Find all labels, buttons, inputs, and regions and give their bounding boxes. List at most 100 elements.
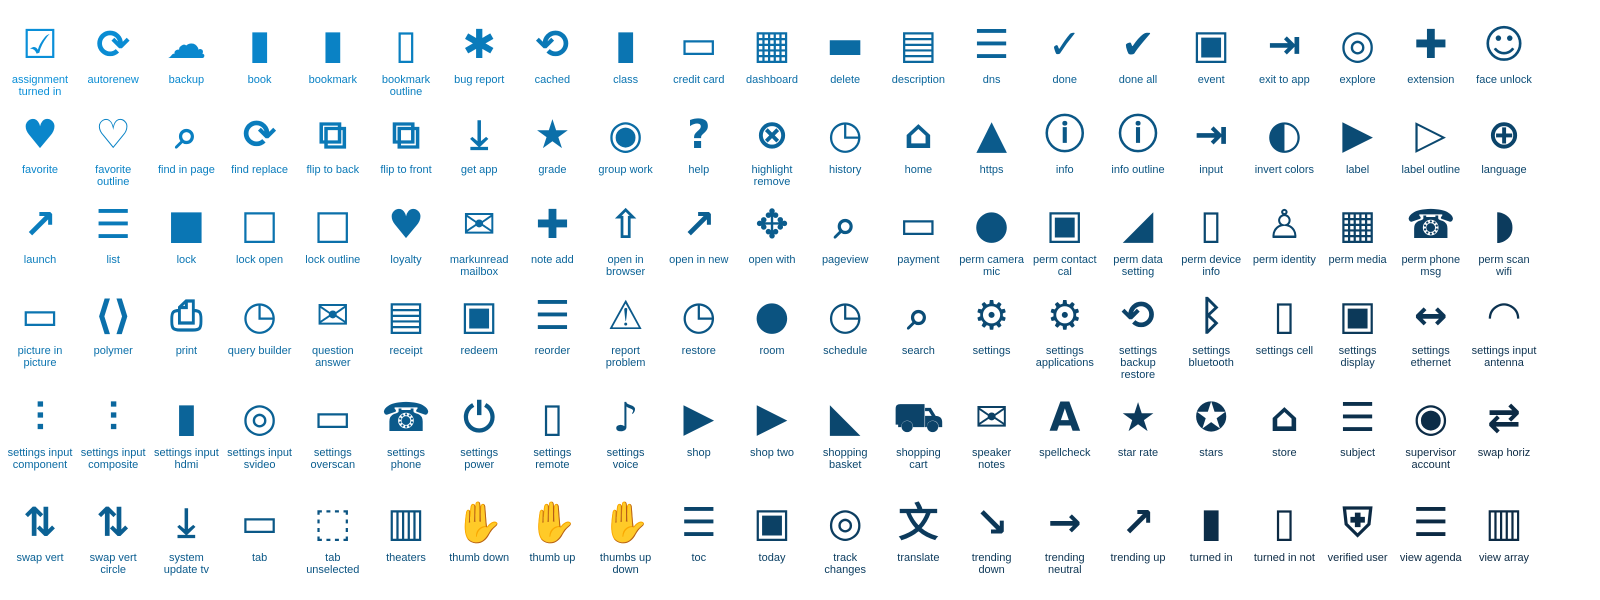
icon-tile-swap-vert-circle[interactable]: ⇅ swap vert circle (77, 500, 149, 576)
icon-tile-invert-colors[interactable]: ◐ invert colors (1248, 112, 1320, 176)
icon-tile-perm-camera-mic[interactable]: ● perm camera mic (956, 202, 1028, 278)
icon-tile-query-builder[interactable]: ◷ query builder (224, 293, 296, 357)
icon-tile-print[interactable]: ⎙ print (150, 293, 222, 357)
icon-tile-shopping-cart[interactable]: ⛟ shopping cart (882, 395, 954, 471)
icon-tile-loyalty[interactable]: ♥ loyalty (370, 202, 442, 266)
icon-tile-bookmark-outline[interactable]: ▯ bookmark outline (370, 22, 442, 98)
icon-tile-shop[interactable]: ▶ shop (663, 395, 735, 459)
icon-tile-store[interactable]: ⌂ store (1248, 395, 1320, 459)
icon-tile-today[interactable]: ▣ today (736, 500, 808, 564)
icon-tile-thumb-down[interactable]: ✋ thumb down (443, 500, 515, 564)
icon-tile-search[interactable]: ⌕ search (882, 293, 954, 357)
icon-tile-backup[interactable]: ☁ backup (150, 22, 222, 86)
icon-tile-bug-report[interactable]: ✱ bug report (443, 22, 515, 86)
icon-tile-tab-unselected[interactable]: ⬚ tab unselected (297, 500, 369, 576)
icon-tile-settings-backup-restore[interactable]: ⟲ settings backup restore (1102, 293, 1174, 381)
icon-tile-launch[interactable]: ↗ launch (4, 202, 76, 266)
icon-tile-trending-up[interactable]: ↗ trending up (1102, 500, 1174, 564)
icon-tile-lock[interactable]: ■ lock (150, 202, 222, 266)
icon-tile-event[interactable]: ▣ event (1175, 22, 1247, 86)
icon-tile-theaters[interactable]: ▥ theaters (370, 500, 442, 564)
icon-tile-restore[interactable]: ◷ restore (663, 293, 735, 357)
icon-tile-history[interactable]: ◷ history (809, 112, 881, 176)
icon-tile-settings-input-composite[interactable]: ⫶ settings input composite (77, 395, 149, 471)
icon-tile-lock-outline[interactable]: □ lock outline (297, 202, 369, 266)
icon-tile-supervisor-account[interactable]: ◉ supervisor account (1395, 395, 1467, 471)
icon-tile-assignment-turned-in[interactable]: ☑ assignment turned in (4, 22, 76, 98)
icon-tile-settings-input-hdmi[interactable]: ▮ settings input hdmi (150, 395, 222, 471)
icon-tile-trending-neutral[interactable]: → trending neutral (1029, 500, 1101, 576)
icon-tile-schedule[interactable]: ◷ schedule (809, 293, 881, 357)
icon-tile-settings-display[interactable]: ▣ settings display (1322, 293, 1394, 369)
icon-tile-shopping-basket[interactable]: ◣ shopping basket (809, 395, 881, 471)
icon-tile-settings-cell[interactable]: ▯ settings cell (1248, 293, 1320, 357)
icon-tile-bookmark[interactable]: ▮ bookmark (297, 22, 369, 86)
icon-tile-exit-to-app[interactable]: ⇥ exit to app (1248, 22, 1320, 86)
icon-tile-thumb-up[interactable]: ✋ thumb up (516, 500, 588, 564)
icon-tile-stars[interactable]: ✪ stars (1175, 395, 1247, 459)
icon-tile-spellcheck[interactable]: Aspellcheck (1029, 395, 1101, 459)
icon-tile-settings-voice[interactable]: ♪ settings voice (590, 395, 662, 471)
icon-tile-note-add[interactable]: ✚ note add (516, 202, 588, 266)
icon-tile-reorder[interactable]: ☰ reorder (516, 293, 588, 357)
icon-tile-highlight-remove[interactable]: ⊗ highlight remove (736, 112, 808, 188)
icon-tile-turned-in[interactable]: ▮ turned in (1175, 500, 1247, 564)
icon-tile-settings-power[interactable]: ⏻ settings power (443, 395, 515, 471)
icon-tile-class[interactable]: ▮ class (590, 22, 662, 86)
icon-tile-explore[interactable]: ◎ explore (1322, 22, 1394, 86)
icon-tile-info[interactable]: ⓘ info (1029, 112, 1101, 176)
icon-tile-payment[interactable]: ▭ payment (882, 202, 954, 266)
icon-tile-info-outline[interactable]: ⓘ info outline (1102, 112, 1174, 176)
icon-tile-dns[interactable]: ☰ dns (956, 22, 1028, 86)
icon-tile-receipt[interactable]: ▤ receipt (370, 293, 442, 357)
icon-tile-perm-contact-cal[interactable]: ▣ perm contact cal (1029, 202, 1101, 278)
icon-tile-subject[interactable]: ☰ subject (1322, 395, 1394, 459)
icon-tile-perm-data-setting[interactable]: ◢ perm data setting (1102, 202, 1174, 278)
icon-tile-shop-two[interactable]: ▶ shop two (736, 395, 808, 459)
icon-tile-done-all[interactable]: ✔ done all (1102, 22, 1174, 86)
icon-tile-view-array[interactable]: ▥ view array (1468, 500, 1540, 564)
icon-tile-settings-input-component[interactable]: ⫶ settings input component (4, 395, 76, 471)
icon-tile-extension[interactable]: ✚ extension (1395, 22, 1467, 86)
icon-tile-favorite-outline[interactable]: ♡ favorite outline (77, 112, 149, 188)
icon-tile-settings-applications[interactable]: ⚙ settings applications (1029, 293, 1101, 369)
icon-tile-system-update-tv[interactable]: ⤓ system update tv (150, 500, 222, 576)
icon-tile-get-app[interactable]: ⤓ get app (443, 112, 515, 176)
icon-tile-swap-vert[interactable]: ⇅ swap vert (4, 500, 76, 564)
icon-tile-input[interactable]: ⇥ input (1175, 112, 1247, 176)
icon-tile-help[interactable]: ? help (663, 112, 735, 176)
icon-tile-grade[interactable]: ★ grade (516, 112, 588, 176)
icon-tile-tab[interactable]: ▭ tab (224, 500, 296, 564)
icon-tile-find-replace[interactable]: ⟳ find replace (224, 112, 296, 176)
icon-tile-lock-open[interactable]: □ lock open (224, 202, 296, 266)
icon-tile-done[interactable]: ✓ done (1029, 22, 1101, 86)
icon-tile-list[interactable]: ☰ list (77, 202, 149, 266)
icon-tile-settings-input-svideo[interactable]: ◎ settings input svideo (224, 395, 296, 471)
icon-tile-pageview[interactable]: ⌕ pageview (809, 202, 881, 266)
icon-tile-find-in-page[interactable]: ⌕ find in page (150, 112, 222, 176)
icon-tile-swap-horiz[interactable]: ⇄ swap horiz (1468, 395, 1540, 459)
icon-tile-redeem[interactable]: ▣ redeem (443, 293, 515, 357)
icon-tile-delete[interactable]: ▬ delete (809, 22, 881, 86)
icon-tile-dashboard[interactable]: ▦ dashboard (736, 22, 808, 86)
icon-tile-picture-in-picture[interactable]: ▭ picture in picture (4, 293, 76, 369)
icon-tile-cached[interactable]: ⟲ cached (516, 22, 588, 86)
icon-tile-trending-down[interactable]: ↘ trending down (956, 500, 1028, 576)
icon-tile-description[interactable]: ▤ description (882, 22, 954, 86)
icon-tile-question-answer[interactable]: ✉ question answer (297, 293, 369, 369)
icon-tile-face-unlock[interactable]: ☺ face unlock (1468, 22, 1540, 86)
icon-tile-thumbs-up-down[interactable]: ✋ thumbs up down (590, 500, 662, 576)
icon-tile-star-rate[interactable]: ★ star rate (1102, 395, 1174, 459)
icon-tile-credit-card[interactable]: ▭ credit card (663, 22, 735, 86)
icon-tile-perm-identity[interactable]: ♙ perm identity (1248, 202, 1320, 266)
icon-tile-group-work[interactable]: ◉ group work (590, 112, 662, 176)
icon-tile-toc[interactable]: ☰ toc (663, 500, 735, 564)
icon-tile-label-outline[interactable]: ▷ label outline (1395, 112, 1467, 176)
icon-tile-https[interactable]: ▲ https (956, 112, 1028, 176)
icon-tile-polymer[interactable]: ⟨⟩ polymer (77, 293, 149, 357)
icon-tile-translate[interactable]: 文 translate (882, 500, 954, 564)
icon-tile-label[interactable]: ▶ label (1322, 112, 1394, 176)
icon-tile-speaker-notes[interactable]: ✉ speaker notes (956, 395, 1028, 471)
icon-tile-report-problem[interactable]: ⚠ report problem (590, 293, 662, 369)
icon-tile-flip-to-back[interactable]: ⧉ flip to back (297, 112, 369, 176)
